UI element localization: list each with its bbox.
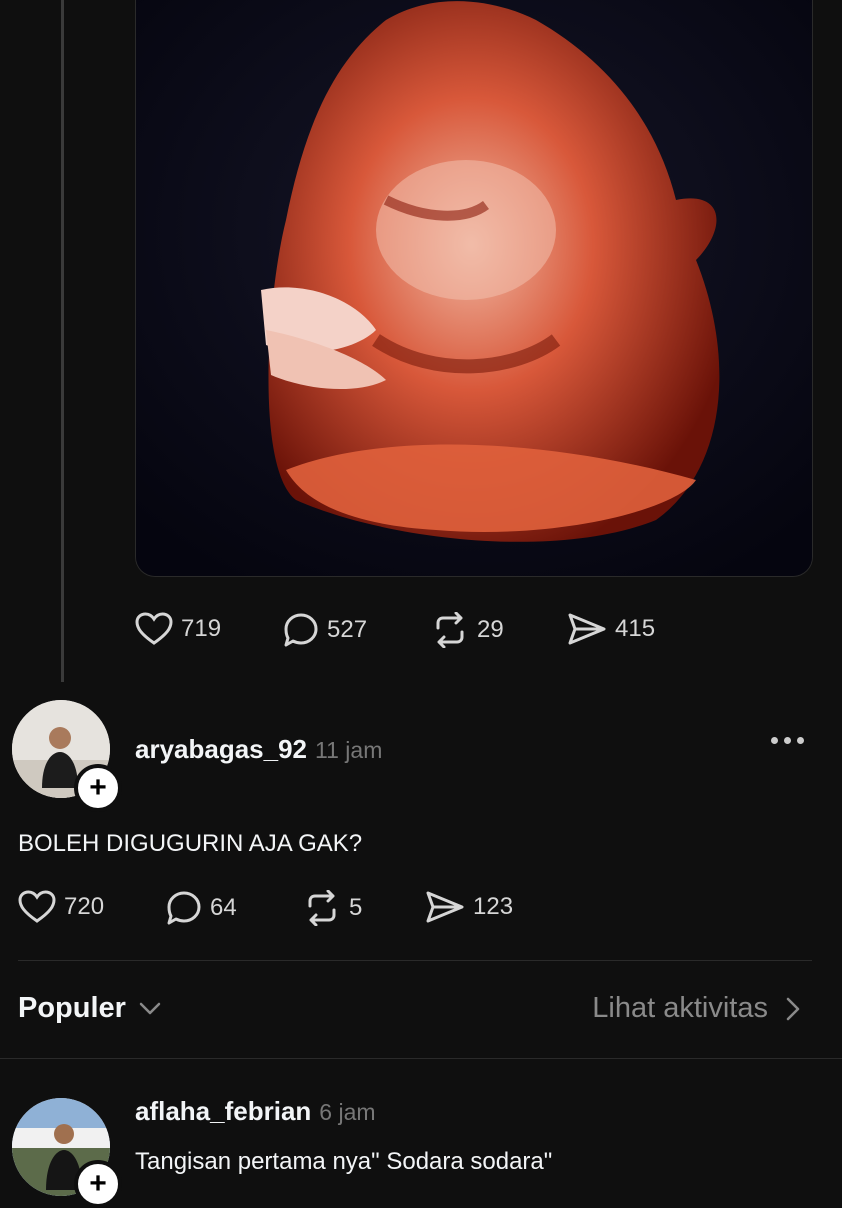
activity-label: Lihat aktivitas [592, 992, 768, 1024]
share-count: 123 [473, 893, 514, 920]
view-activity-link[interactable]: Lihat aktivitas [592, 992, 800, 1025]
post-image[interactable] [135, 0, 813, 577]
reply-header: aryabagas_92 11 jam [135, 734, 382, 765]
repost-icon [436, 612, 464, 648]
share-icon [568, 613, 606, 645]
plus-icon: + [89, 1167, 107, 1200]
repost-icon [308, 890, 336, 926]
sort-dropdown[interactable]: Populer [18, 992, 162, 1025]
timestamp: 6 jam [319, 1099, 376, 1125]
reply-header: aflaha_febrian 6 jam [135, 1096, 376, 1127]
reply-icon [167, 891, 201, 925]
share-icon [426, 891, 464, 923]
username[interactable]: aryabagas_92 [135, 734, 307, 764]
follow-button[interactable]: + [74, 1160, 122, 1208]
username[interactable]: aflaha_febrian [135, 1096, 311, 1126]
like-count: 720 [64, 893, 105, 920]
plus-icon: + [89, 771, 107, 804]
chevron-down-icon [139, 1002, 161, 1014]
reply-button[interactable]: 64 [166, 890, 237, 926]
share-button[interactable]: 123 [425, 890, 513, 924]
more-icon[interactable] [771, 737, 804, 744]
repost-count: 5 [349, 894, 363, 921]
share-count: 415 [615, 615, 656, 642]
reply-text: Tangisan pertama nya" Sodara sodara" [135, 1148, 553, 1175]
repost-button[interactable]: 5 [303, 890, 362, 926]
heart-icon [135, 612, 173, 645]
reply-count: 527 [327, 616, 368, 643]
repost-button[interactable]: 29 [431, 612, 504, 648]
follow-button[interactable]: + [74, 764, 122, 812]
reply-actions: 720 64 5 123 [18, 890, 618, 926]
divider [0, 1058, 842, 1059]
like-button[interactable]: 720 [18, 890, 104, 924]
post-actions: 719 527 29 415 [135, 612, 735, 648]
reply-text: BOLEH DIGUGURIN AJA GAK? [18, 830, 363, 857]
timestamp: 11 jam [315, 737, 383, 763]
share-button[interactable]: 415 [567, 612, 655, 646]
like-button[interactable]: 719 [135, 612, 221, 646]
divider [18, 960, 812, 961]
sort-label: Populer [18, 992, 126, 1024]
heart-icon [18, 890, 56, 923]
like-count: 719 [181, 615, 222, 642]
thread-line [61, 0, 64, 682]
reply-count: 64 [210, 894, 237, 921]
repost-count: 29 [477, 616, 504, 643]
reply-icon [284, 613, 318, 647]
chevron-right-icon [786, 997, 800, 1020]
reply-button[interactable]: 527 [283, 612, 367, 648]
